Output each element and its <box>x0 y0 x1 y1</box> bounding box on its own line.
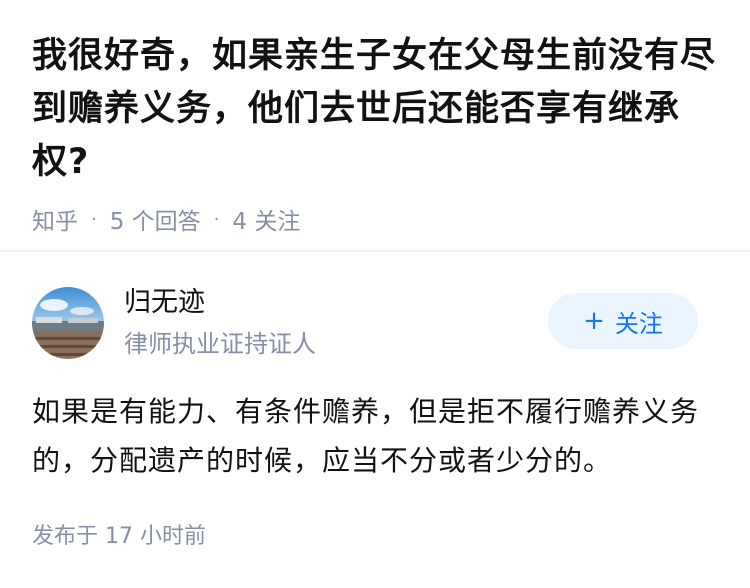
follows-count: 4 关注 <box>232 209 301 235</box>
follow-label: 关注 <box>614 309 663 338</box>
author-info: 归无迹 律师执业证持证人 <box>124 285 316 361</box>
meta-separator: · <box>213 208 220 230</box>
author-row: 归无迹 律师执业证持证人 + 关注 <box>32 287 718 359</box>
author-name[interactable]: 归无迹 <box>124 285 316 321</box>
avatar-image <box>32 287 104 359</box>
question-title[interactable]: 我很好奇，如果亲生子女在父母生前没有尽到赡养义务，他们去世后还能否享有继承权? <box>32 30 722 189</box>
question-meta: 知乎 · 5 个回答 · 4 关注 <box>32 202 718 236</box>
answer-timestamp: 发布于 17 小时前 <box>32 524 206 549</box>
answer-card: 归无迹 律师执业证持证人 + 关注 如果是有能力、有条件赡养，但是拒不履行赡养义… <box>0 252 750 550</box>
answers-count[interactable]: 5 个回答 <box>110 202 201 236</box>
author-badge: 律师执业证持证人 <box>124 330 316 358</box>
plus-icon: + <box>583 306 605 336</box>
question-card: 我很好奇，如果亲生子女在父母生前没有尽到赡养义务，他们去世后还能否享有继承权? … <box>0 0 750 250</box>
answer-content[interactable]: 如果是有能力、有条件赡养，但是拒不履行赡养义务的，分配遗产的时候，应当不分或者少… <box>32 387 712 485</box>
meta-separator: · <box>91 208 97 230</box>
source-label[interactable]: 知乎 <box>32 202 78 236</box>
follow-button[interactable]: + 关注 <box>548 293 698 349</box>
avatar[interactable] <box>32 287 104 359</box>
